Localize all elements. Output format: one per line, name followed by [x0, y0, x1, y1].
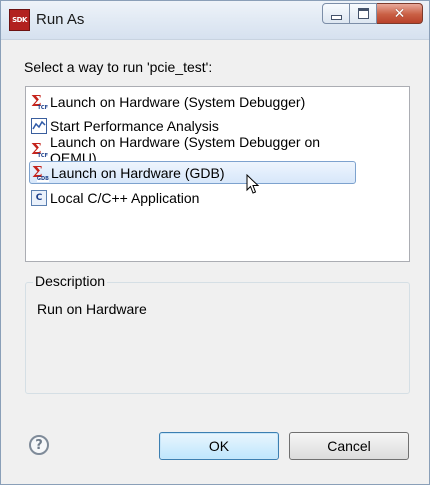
xilinx-sigma-tcf-icon: Σ TCF	[31, 91, 48, 111]
list-item-launch-hw-system-debugger-qemu[interactable]: Σ TCF Launch on Hardware (System Debugger…	[29, 134, 356, 166]
window-title: Run As	[36, 11, 85, 28]
list-item-launch-hw-system-debugger[interactable]: Σ TCF Launch on Hardware (System Debugger…	[29, 90, 356, 113]
ok-button[interactable]: OK	[159, 432, 279, 460]
close-button[interactable]: ✕	[377, 3, 423, 24]
list-item-local-cpp-application[interactable]: C Local C/C++ Application	[29, 186, 356, 209]
launch-options-list[interactable]: Σ TCF Launch on Hardware (System Debugger…	[25, 86, 410, 262]
maximize-icon	[357, 8, 369, 19]
list-item-label: Local C/C++ Application	[50, 189, 200, 206]
list-item-label: Launch on Hardware (GDB)	[51, 164, 225, 181]
performance-chart-icon	[31, 117, 47, 134]
minimize-icon	[330, 15, 342, 20]
window-controls: ✕	[322, 3, 423, 26]
maximize-button[interactable]	[350, 3, 377, 24]
cancel-button[interactable]: Cancel	[289, 432, 409, 460]
c-application-icon: C	[31, 189, 47, 206]
run-as-dialog: SDK Run As ✕ Select a way to run 'pcie_t…	[0, 0, 430, 485]
list-item-launch-hw-gdb[interactable]: Σ GDB Launch on Hardware (GDB)	[29, 161, 356, 184]
minimize-button[interactable]	[322, 3, 350, 24]
title-bar[interactable]: SDK Run As ✕	[1, 1, 429, 40]
mouse-pointer-icon	[246, 174, 260, 194]
help-icon[interactable]: ?	[29, 435, 49, 455]
description-legend: Description	[33, 273, 108, 289]
xilinx-sigma-gdb-icon: Σ GDB	[32, 162, 49, 182]
list-item-label: Start Performance Analysis	[50, 117, 219, 134]
description-text: Run on Hardware	[37, 301, 147, 317]
close-icon: ✕	[393, 5, 406, 22]
sdk-app-icon: SDK	[9, 9, 30, 31]
list-item-label: Launch on Hardware (System Debugger)	[50, 93, 306, 110]
description-group: Description Run on Hardware	[25, 273, 410, 394]
run-prompt-label: Select a way to run 'pcie_test':	[24, 59, 213, 75]
xilinx-sigma-tcf-icon: Σ TCF	[31, 139, 48, 159]
